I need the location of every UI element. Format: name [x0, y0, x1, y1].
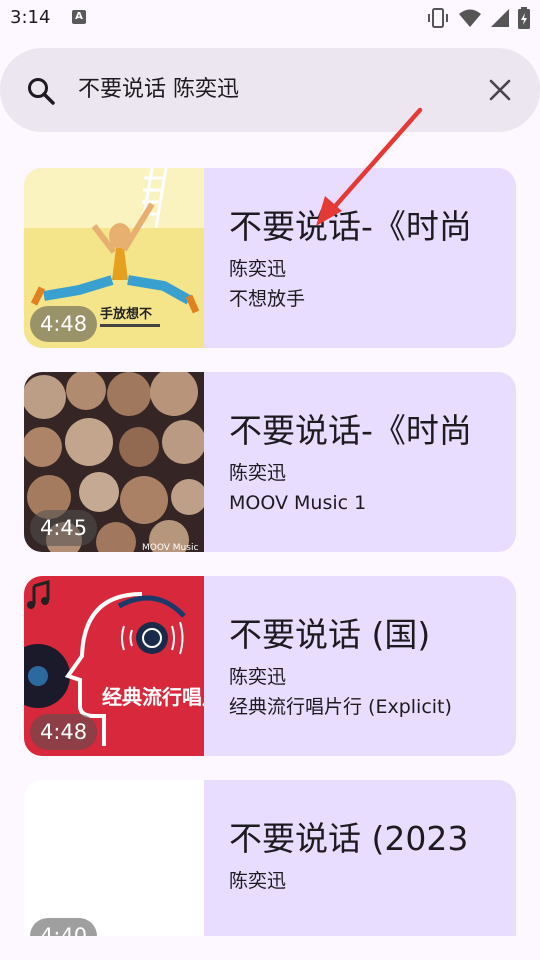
status-icons [426, 6, 530, 30]
result-card[interactable]: 经典流行唱片行 4:48 不要说话 (国) 陈奕迅 经典流行唱片行 (Expli… [24, 576, 516, 756]
track-title: 不要说话 (国) [229, 615, 431, 654]
track-album: 不想放手 [229, 288, 306, 310]
album-art [24, 780, 204, 936]
result-card[interactable]: 手放想不 4:48 不要说话-《时尚 陈奕迅 不想放手 [24, 168, 516, 348]
album-art-text: 经典流行唱片行 [102, 685, 204, 709]
a-badge-icon: A [72, 10, 86, 24]
track-album: 经典流行唱片行 (Explicit) [229, 696, 452, 718]
search-icon[interactable] [26, 76, 56, 106]
track-artist: 陈奕迅 [229, 462, 287, 484]
close-icon[interactable] [488, 78, 512, 102]
search-bar[interactable]: 不要说话 陈奕迅 [0, 48, 540, 132]
result-card[interactable]: MOOV Music 4:45 不要说话-《时尚 陈奕迅 MOOV Music … [24, 372, 516, 552]
album-art-text: MOOV Music [142, 543, 198, 552]
status-time: 3:14 [10, 7, 51, 28]
signal-icon [491, 9, 509, 27]
track-artist: 陈奕迅 [229, 258, 287, 280]
vibrate-icon [428, 8, 448, 28]
battery-icon [518, 7, 530, 29]
album-art-text: 手放想不 [100, 306, 152, 322]
duration-badge: 4:48 [30, 306, 98, 342]
result-card[interactable]: 4:40 不要说话 (2023 陈奕迅 [24, 780, 516, 936]
track-title: 不要说话-《时尚 [229, 411, 472, 450]
duration-badge: 4:45 [30, 510, 98, 546]
track-artist: 陈奕迅 [229, 870, 287, 892]
duration-badge: 4:40 [30, 918, 98, 936]
track-title: 不要说话-《时尚 [229, 207, 472, 246]
duration-badge: 4:48 [30, 714, 98, 750]
track-title: 不要说话 (2023 [229, 819, 469, 858]
status-bar: 3:14 A [0, 0, 540, 38]
track-album: MOOV Music 1 [229, 492, 367, 514]
results-list: 手放想不 4:48 不要说话-《时尚 陈奕迅 不想放手 MOOV Music 4… [24, 168, 516, 936]
wifi-icon [459, 9, 481, 27]
search-input[interactable]: 不要说话 陈奕迅 [78, 76, 239, 104]
track-artist: 陈奕迅 [229, 666, 287, 688]
